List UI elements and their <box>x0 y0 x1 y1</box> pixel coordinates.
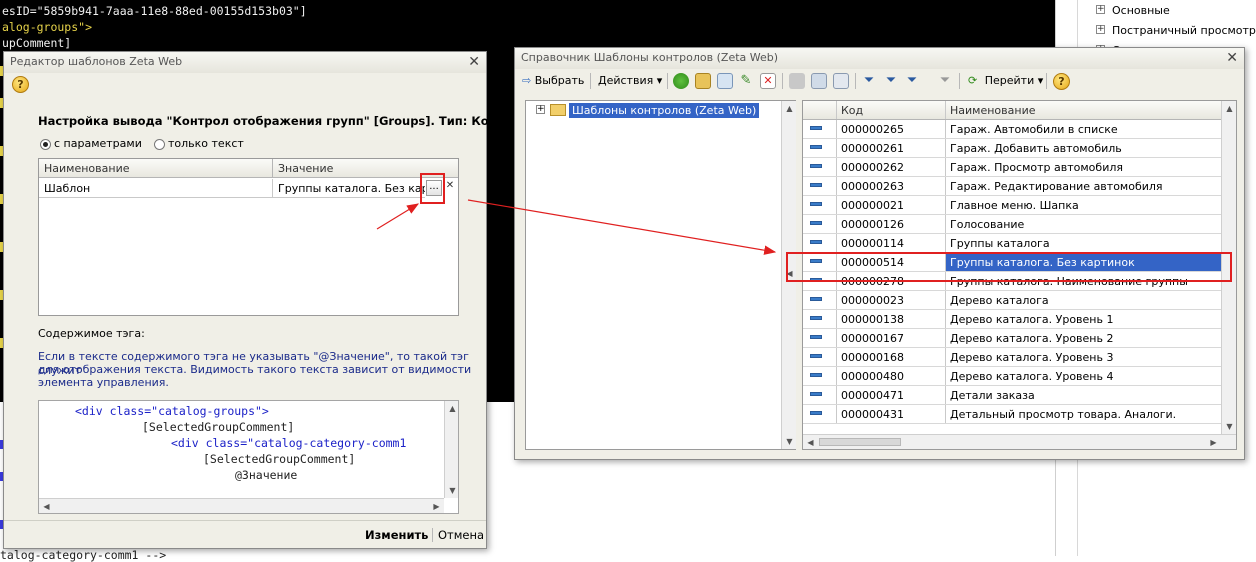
annotation-arrow-left <box>376 203 420 230</box>
annotation-arrow-right <box>467 199 777 255</box>
annotation-arrows <box>376 199 777 255</box>
